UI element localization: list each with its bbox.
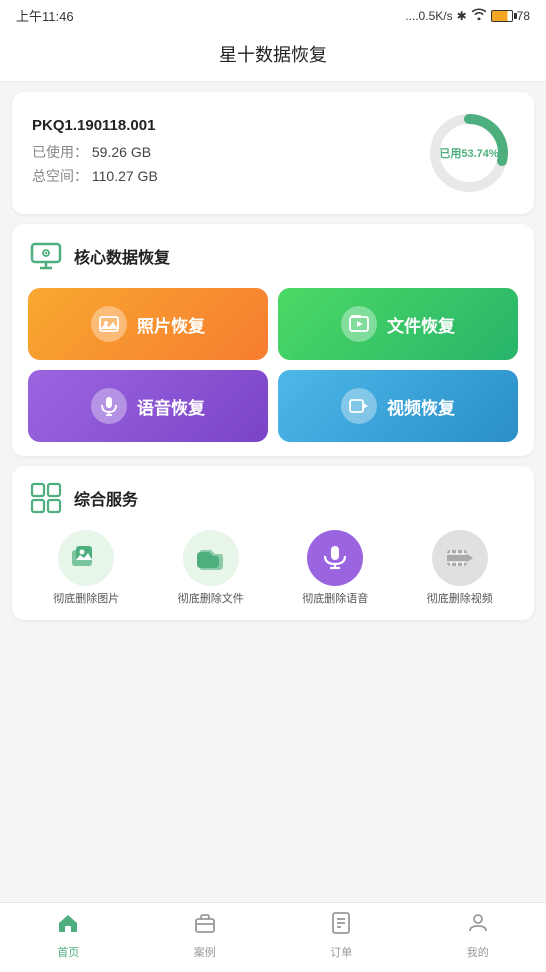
video-recovery-label: 视频恢复 [387,394,455,419]
home-icon [56,911,80,941]
battery-level: 78 [517,9,530,23]
nav-case-label: 案例 [194,944,216,960]
delete-voice-label: 彻底删除语音 [302,592,368,606]
storage-used: 已使用： 59.26 GB [32,142,158,162]
services-icon [28,480,64,516]
delete-voice-icon [307,530,363,586]
services-grid: 彻底删除图片 彻底删除文件 [28,530,518,606]
storage-info: PKQ1.190118.001 已使用： 59.26 GB 总空间： 110.2… [32,117,158,190]
service-delete-video[interactable]: 彻底删除视频 [402,530,519,606]
case-icon [193,911,217,941]
status-bar: 上午11:46 ....0.5K/s ✱ 78 [0,0,546,31]
voice-recovery-label: 语音恢复 [137,394,205,419]
delete-photo-label: 彻底删除图片 [53,592,119,606]
status-bar-right: ....0.5K/s ✱ 78 [405,8,530,23]
core-recovery-section: 核心数据恢复 照片恢复 [12,224,534,456]
nav-home-label: 首页 [57,944,79,960]
photo-recovery-button[interactable]: 照片恢复 [28,288,268,360]
order-icon [329,911,353,941]
voice-icon [91,388,127,424]
storage-total: 总空间： 110.27 GB [32,166,158,186]
photo-icon [91,306,127,342]
delete-video-label: 彻底删除视频 [427,592,493,606]
nav-home[interactable]: 首页 [38,911,98,960]
bottom-nav: 首页 案例 订单 [0,902,546,972]
core-section-title: 核心数据恢复 [74,244,170,268]
video-icon [341,388,377,424]
delete-file-icon [183,530,239,586]
services-section-title: 综合服务 [74,486,138,510]
status-time: 上午11:46 [16,6,74,25]
app-title: 星十数据恢复 [219,45,327,65]
app-header: 星十数据恢复 [0,31,546,82]
device-id: PKQ1.190118.001 [32,117,158,134]
service-delete-file[interactable]: 彻底删除文件 [153,530,270,606]
file-icon [341,306,377,342]
storage-card: PKQ1.190118.001 已使用： 59.26 GB 总空间： 110.2… [12,92,534,214]
nav-order[interactable]: 订单 [311,911,371,960]
photo-recovery-label: 照片恢复 [137,312,205,337]
nav-case[interactable]: 案例 [175,911,235,960]
service-delete-voice[interactable]: 彻底删除语音 [277,530,394,606]
recovery-grid: 照片恢复 文件恢复 [28,288,518,442]
nav-order-label: 订单 [330,944,352,960]
monitor-icon [28,238,64,274]
nav-mine[interactable]: 我的 [448,911,508,960]
video-recovery-button[interactable]: 视频恢复 [278,370,518,442]
services-section: 综合服务 彻底删除图片 [12,466,534,620]
storage-donut-chart: 已用53.74% [424,108,514,198]
nav-mine-label: 我的 [467,944,489,960]
mine-icon [466,911,490,941]
battery-icon [491,10,513,22]
donut-label: 已用53.74% [439,145,498,161]
signal-text: ....0.5K/s [405,9,452,23]
file-recovery-button[interactable]: 文件恢复 [278,288,518,360]
wifi-icon [471,8,487,23]
core-section-header: 核心数据恢复 [28,238,518,274]
delete-file-label: 彻底删除文件 [178,592,244,606]
service-delete-photo[interactable]: 彻底删除图片 [28,530,145,606]
bluetooth-icon: ✱ [457,9,467,23]
delete-video-icon [432,530,488,586]
delete-photo-icon [58,530,114,586]
file-recovery-label: 文件恢复 [387,312,455,337]
voice-recovery-button[interactable]: 语音恢复 [28,370,268,442]
services-section-header: 综合服务 [28,480,518,516]
